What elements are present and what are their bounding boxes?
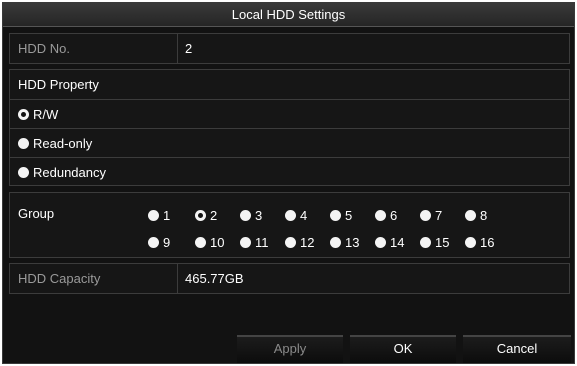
group-option-4[interactable]: 4: [285, 207, 307, 223]
radio-read-only-label: Read-only: [33, 136, 93, 151]
group-option-16[interactable]: 16: [465, 234, 494, 250]
group-option-15[interactable]: 15: [420, 234, 449, 250]
group-option-label: 1: [163, 207, 171, 223]
hdd-property-heading: HDD Property: [18, 77, 99, 92]
group-option-5[interactable]: 5: [330, 207, 352, 223]
group-option-label: 15: [435, 234, 450, 250]
hdd-no-panel: HDD No. 2: [9, 33, 570, 64]
property-option-read-only[interactable]: Read-only: [10, 128, 569, 157]
radio-unselected-icon[interactable]: [195, 236, 206, 248]
radio-rw-label: R/W: [33, 107, 59, 122]
hdd-property-heading-row: HDD Property: [10, 70, 569, 99]
group-panel: Group 1 2 3 4 5 6 7 8 9 10 11 12 13 14 15 16: [9, 192, 570, 258]
radio-rw[interactable]: R/W: [18, 100, 58, 129]
hdd-capacity-panel: HDD Capacity 465.77GB: [9, 263, 570, 294]
hdd-no-value: 2: [185, 41, 193, 56]
local-hdd-settings-dialog: Local HDD Settings HDD No. 2 HDD Propert…: [2, 2, 575, 364]
radio-unselected-icon[interactable]: [375, 236, 386, 248]
radio-unselected-icon[interactable]: [465, 209, 476, 221]
group-option-8[interactable]: 8: [465, 207, 487, 223]
radio-unselected-icon[interactable]: [240, 236, 251, 248]
group-option-label: 3: [255, 207, 263, 223]
cancel-button[interactable]: Cancel: [463, 335, 571, 363]
radio-unselected-icon[interactable]: [420, 236, 431, 248]
divider: [177, 264, 178, 293]
group-option-1[interactable]: 1: [148, 207, 170, 223]
group-option-label: 6: [390, 207, 398, 223]
group-option-12[interactable]: 12: [285, 234, 314, 250]
hdd-no-row: HDD No. 2: [10, 34, 569, 63]
radio-unselected-icon[interactable]: [420, 209, 431, 221]
group-option-label: 13: [345, 234, 360, 250]
radio-unselected-icon[interactable]: [330, 209, 341, 221]
group-option-7[interactable]: 7: [420, 207, 442, 223]
radio-read-only[interactable]: Read-only: [18, 129, 92, 158]
property-option-redundancy[interactable]: Redundancy: [10, 157, 569, 186]
radio-redundancy[interactable]: Redundancy: [18, 158, 106, 187]
radio-unselected-icon[interactable]: [240, 209, 251, 221]
group-option-6[interactable]: 6: [375, 207, 397, 223]
radio-unselected-icon[interactable]: [375, 209, 386, 221]
group-label: Group: [18, 206, 55, 221]
hdd-property-panel: HDD Property R/W Read-only Redundancy: [9, 69, 570, 186]
group-option-label: 9: [163, 234, 171, 250]
group-option-9[interactable]: 9: [148, 234, 170, 250]
group-option-label: 12: [300, 234, 315, 250]
group-option-3[interactable]: 3: [240, 207, 262, 223]
group-option-label: 10: [210, 234, 225, 250]
radio-selected-icon[interactable]: [195, 209, 206, 221]
group-option-label: 7: [435, 207, 443, 223]
group-option-label: 11: [255, 234, 269, 250]
group-option-label: 2: [210, 207, 218, 223]
radio-unselected-icon[interactable]: [18, 167, 29, 178]
group-option-13[interactable]: 13: [330, 234, 359, 250]
radio-unselected-icon[interactable]: [465, 236, 476, 248]
radio-unselected-icon[interactable]: [148, 209, 159, 221]
radio-unselected-icon[interactable]: [148, 236, 159, 248]
group-option-14[interactable]: 14: [375, 234, 404, 250]
property-option-rw[interactable]: R/W: [10, 99, 569, 128]
radio-redundancy-label: Redundancy: [33, 165, 106, 180]
radio-unselected-icon[interactable]: [285, 209, 296, 221]
group-option-label: 8: [480, 207, 488, 223]
radio-unselected-icon[interactable]: [285, 236, 296, 248]
hdd-capacity-label: HDD Capacity: [18, 271, 101, 286]
group-option-11[interactable]: 11: [240, 234, 269, 250]
radio-selected-icon[interactable]: [18, 109, 29, 120]
group-option-label: 5: [345, 207, 353, 223]
hdd-capacity-value: 465.77GB: [185, 271, 244, 286]
radio-unselected-icon[interactable]: [18, 138, 29, 149]
hdd-capacity-row: HDD Capacity 465.77GB: [10, 264, 569, 293]
group-option-label: 14: [390, 234, 405, 250]
button-bar: Apply OK Cancel: [3, 333, 574, 363]
apply-button[interactable]: Apply: [237, 335, 343, 363]
ok-button[interactable]: OK: [350, 335, 456, 363]
divider: [177, 34, 178, 63]
dialog-title: Local HDD Settings: [3, 3, 574, 27]
group-option-2[interactable]: 2: [195, 207, 217, 223]
group-option-10[interactable]: 10: [195, 234, 224, 250]
group-option-label: 4: [300, 207, 308, 223]
hdd-no-label: HDD No.: [18, 41, 71, 56]
group-option-label: 16: [480, 234, 495, 250]
radio-unselected-icon[interactable]: [330, 236, 341, 248]
